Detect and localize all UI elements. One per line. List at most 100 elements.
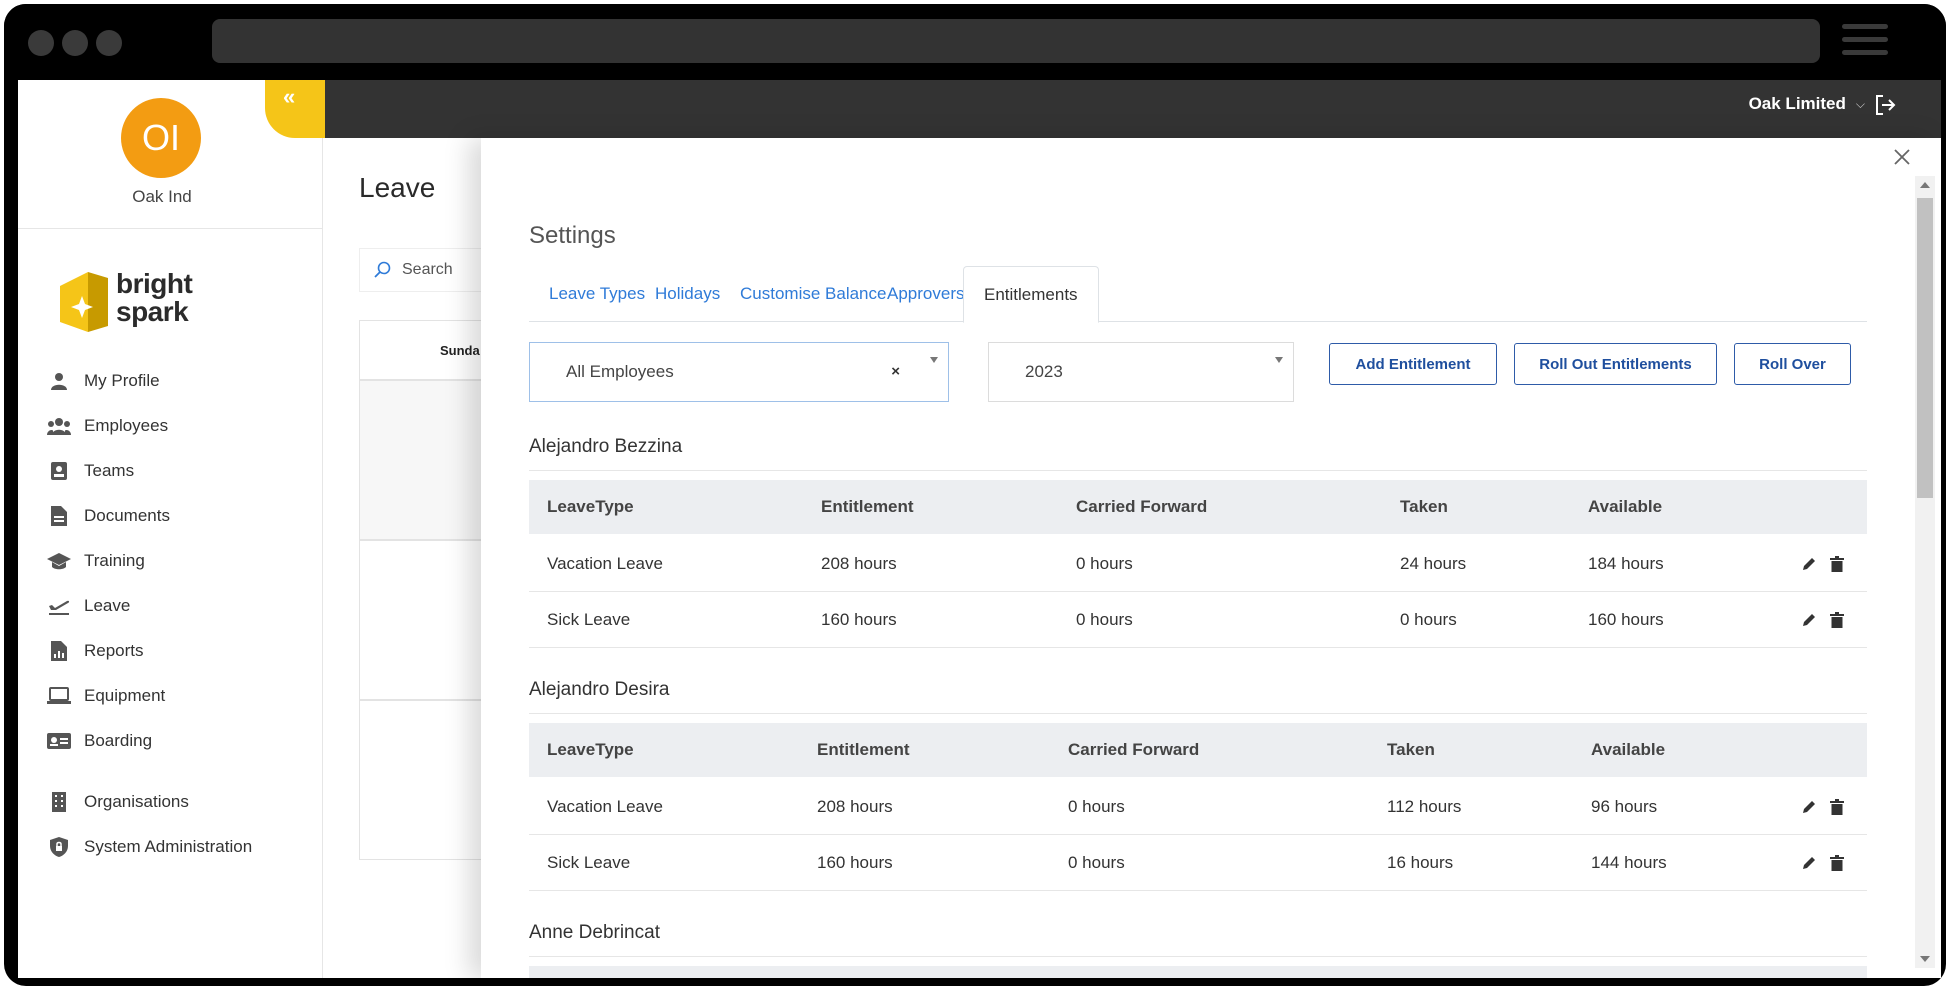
add-entitlement-button[interactable]: Add Entitlement — [1329, 343, 1497, 385]
address-bar[interactable] — [212, 19, 1820, 63]
column-header: Available — [1591, 740, 1666, 759]
sidebar-item-label: Documents — [84, 506, 170, 525]
sidebar-item-leave[interactable]: Leave — [46, 591, 130, 621]
building-icon — [46, 791, 72, 813]
trash-icon[interactable] — [1827, 554, 1847, 574]
table-cell: 0 hours — [1076, 554, 1133, 573]
trash-icon[interactable] — [1827, 797, 1847, 817]
divider — [529, 956, 1867, 957]
search-icon — [374, 261, 391, 278]
table-cell: 184 hours — [1588, 554, 1664, 573]
sidebar-item-organisations[interactable]: Organisations — [46, 787, 189, 817]
employee-name: Alejandro Desira — [529, 679, 670, 700]
table-cell: 112 hours — [1387, 797, 1462, 816]
column-header: Carried Forward — [1076, 497, 1208, 516]
sidebar-item-label: Training — [84, 551, 145, 570]
collapse-sidebar-button[interactable]: « — [265, 80, 325, 138]
employee-filter-value: All Employees — [566, 362, 674, 381]
edit-icon[interactable] — [1799, 853, 1819, 873]
table-row: Vacation Leave 208 hours 0 hours 24 hour… — [529, 536, 1867, 592]
divider — [529, 470, 1867, 471]
table-cell: 16 hours — [1387, 853, 1454, 872]
scrollbar-thumb[interactable] — [1917, 198, 1933, 498]
table-cell: 96 hours — [1591, 797, 1658, 816]
table-header: LeaveType Entitlement Carried Forward Ta… — [529, 723, 1867, 777]
edit-icon[interactable] — [1799, 797, 1819, 817]
sidebar-item-documents[interactable]: Documents — [46, 501, 170, 531]
trash-icon[interactable] — [1827, 853, 1847, 873]
sidebar: OI Oak Ind bright spark My Profile Emplo… — [18, 80, 323, 978]
sidebar-item-training[interactable]: Training — [46, 546, 145, 576]
employee-name: Alejandro Bezzina — [529, 436, 683, 457]
graduation-cap-icon — [46, 550, 72, 572]
org-name: Oak Ind — [132, 187, 192, 206]
table-cell: 208 hours — [821, 554, 897, 573]
settings-tabs: Leave Types Holidays Customise Balance A… — [529, 266, 1867, 323]
sidebar-item-reports[interactable]: Reports — [46, 636, 144, 666]
browser-menu-icon[interactable] — [1842, 24, 1888, 58]
table-header — [529, 966, 1867, 978]
column-header: Taken — [1387, 740, 1435, 759]
company-name: Oak Limited — [1748, 94, 1846, 113]
table-cell: 144 hours — [1591, 853, 1667, 872]
tab-entitlements[interactable]: Entitlements — [963, 266, 1099, 323]
brightspark-logo: bright spark — [52, 266, 252, 338]
edit-icon[interactable] — [1799, 610, 1819, 630]
scrollbar[interactable] — [1915, 176, 1935, 968]
table-cell: 0 hours — [1068, 853, 1125, 872]
edit-icon[interactable] — [1799, 554, 1819, 574]
device-frame: OI Oak Ind bright spark My Profile Emplo… — [4, 4, 1946, 986]
close-icon[interactable] — [1891, 146, 1913, 168]
employee-filter-select[interactable]: All Employees × — [529, 342, 949, 402]
scroll-up-arrow[interactable] — [1920, 182, 1930, 188]
logout-icon[interactable] — [1873, 93, 1897, 117]
logo-line-2: spark — [116, 296, 189, 327]
caret-down-icon — [1275, 357, 1283, 363]
roll-over-button[interactable]: Roll Over — [1734, 343, 1851, 385]
logo-wordmark: bright spark — [116, 270, 193, 327]
sidebar-item-label: Boarding — [84, 731, 153, 750]
sidebar-item-boarding[interactable]: Boarding — [46, 726, 152, 756]
settings-title: Settings — [529, 222, 616, 249]
sidebar-item-my-profile[interactable]: My Profile — [46, 366, 160, 396]
sidebar-item-label: Organisations — [84, 792, 189, 811]
table-cell: 0 hours — [1400, 610, 1457, 629]
sidebar-item-label: Employees — [84, 416, 169, 435]
employees-icon — [46, 415, 72, 437]
table-cell: Sick Leave — [547, 610, 631, 629]
table-cell: 160 hours — [1588, 610, 1664, 629]
column-header: Entitlement — [817, 740, 910, 759]
sidebar-item-equipment[interactable]: Equipment — [46, 681, 165, 711]
table-row: Vacation Leave 208 hours 0 hours 112 hou… — [529, 779, 1867, 835]
user-icon — [46, 370, 72, 392]
company-switcher[interactable]: Oak Limited ⌵ — [1749, 94, 1865, 114]
trash-icon[interactable] — [1827, 610, 1847, 630]
top-bar: Oak Limited ⌵ — [323, 80, 1941, 138]
laptop-icon — [46, 685, 72, 707]
row-actions — [1799, 610, 1847, 630]
browser-chrome — [4, 4, 1946, 80]
sidebar-item-system-administration[interactable]: System Administration — [46, 832, 252, 862]
caret-down-icon — [930, 357, 938, 363]
plane-departure-icon — [46, 595, 72, 617]
row-actions — [1799, 853, 1847, 873]
column-header: LeaveType — [547, 497, 634, 516]
sidebar-item-employees[interactable]: Employees — [46, 411, 168, 441]
sidebar-item-label: Reports — [84, 641, 144, 660]
sidebar-item-label: System Administration — [84, 837, 253, 856]
sidebar-item-label: Leave — [84, 596, 131, 615]
table-cell: 208 hours — [817, 797, 893, 816]
column-header: Available — [1588, 497, 1663, 516]
sidebar-item-teams[interactable]: Teams — [46, 456, 134, 486]
table-cell: Vacation Leave — [547, 797, 663, 816]
year-select[interactable]: 2023 — [988, 342, 1294, 402]
scroll-down-arrow[interactable] — [1920, 956, 1930, 962]
org-avatar[interactable]: OI — [121, 98, 201, 178]
row-actions — [1799, 797, 1847, 817]
page-title: Leave — [359, 172, 436, 203]
roll-out-entitlements-button[interactable]: Roll Out Entitlements — [1514, 343, 1717, 385]
column-header: Taken — [1400, 497, 1448, 516]
clear-icon[interactable]: × — [891, 343, 900, 401]
column-header: Carried Forward — [1068, 740, 1200, 759]
table-cell: 160 hours — [817, 853, 893, 872]
